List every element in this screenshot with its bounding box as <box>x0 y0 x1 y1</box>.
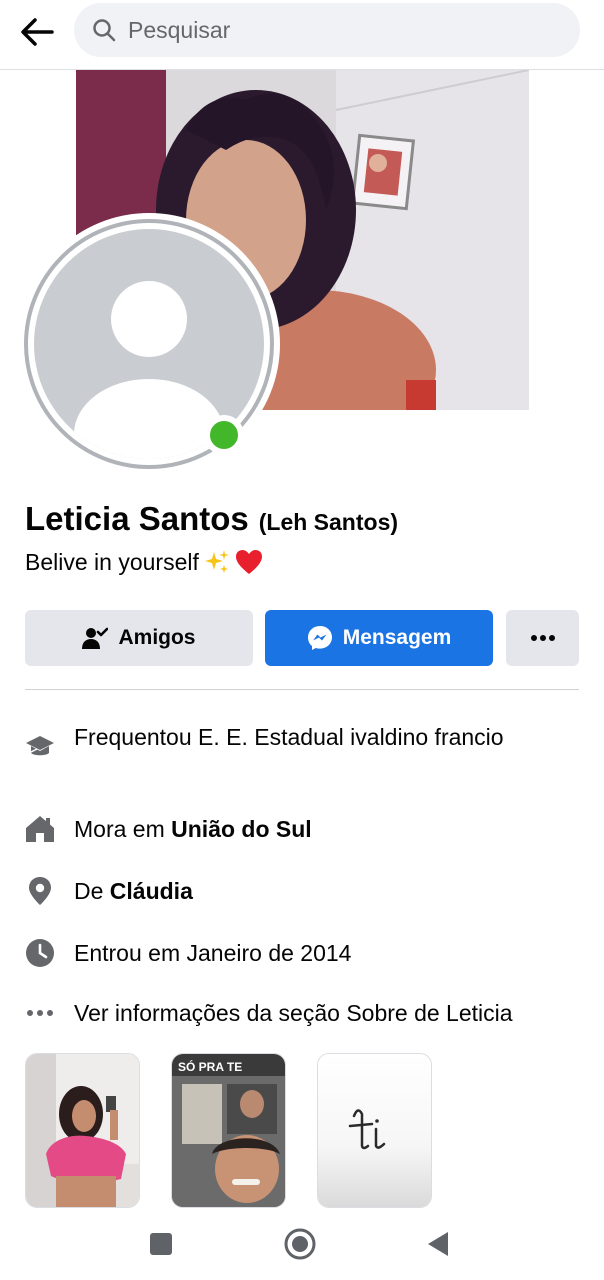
more-horizontal-icon <box>25 998 55 1028</box>
online-status-indicator <box>204 415 244 455</box>
info-education: Frequentou E. E. Estadual ivaldino franc… <box>25 722 585 762</box>
lives-in-prefix: Mora em <box>74 816 165 842</box>
home-button[interactable] <box>282 1226 318 1262</box>
home-icon <box>25 814 55 844</box>
circle-home-icon <box>284 1228 316 1260</box>
photo-video-call-image <box>172 1054 285 1207</box>
profile-bio: Belive in yourself <box>25 548 263 576</box>
back-button[interactable] <box>16 12 58 52</box>
from-prefix: De <box>74 878 104 904</box>
friends-button[interactable]: Amigos <box>25 610 253 666</box>
more-options-button[interactable] <box>506 610 579 666</box>
info-lives-in: Mora em União do Sul <box>25 814 585 845</box>
photo-handwriting[interactable] <box>317 1053 432 1208</box>
friends-label: Amigos <box>118 626 196 649</box>
photo-handwriting-image <box>318 1054 431 1207</box>
info-joined: Entrou em Janeiro de 2014 <box>25 938 585 969</box>
about-link-row[interactable]: Ver informações da seção Sobre de Letici… <box>25 998 585 1029</box>
photo-selfie[interactable] <box>25 1053 140 1208</box>
more-horizontal-icon <box>530 635 555 641</box>
sparkles-icon <box>203 548 231 576</box>
graduation-cap-icon <box>25 732 55 762</box>
info-from: De Cláudia <box>25 876 585 907</box>
bio-text: Belive in yourself <box>25 548 199 575</box>
messenger-icon <box>307 625 333 651</box>
system-back-button[interactable] <box>420 1226 456 1262</box>
arrow-left-icon <box>21 18 54 46</box>
square-icon <box>150 1233 172 1255</box>
message-label: Mensagem <box>342 626 452 649</box>
joined-text: Entrou em Janeiro de 2014 <box>74 940 352 966</box>
message-button[interactable]: Mensagem <box>265 610 493 666</box>
from-text: De Cláudia <box>74 876 574 907</box>
search-placeholder: Pesquisar <box>128 16 231 43</box>
clock-icon <box>25 938 55 968</box>
photo-selfie-image <box>26 1054 139 1207</box>
search-input[interactable]: Pesquisar <box>74 3 580 57</box>
person-check-icon <box>82 626 109 650</box>
red-heart-icon <box>235 549 263 575</box>
from-city[interactable]: Cláudia <box>110 878 193 904</box>
profile-name: Leticia Santos <box>25 500 249 537</box>
top-bar: Pesquisar <box>0 0 604 70</box>
profile-page: Pesquisar Leticia Santos (Leh Santos) Be… <box>0 0 604 1280</box>
recent-apps-button[interactable] <box>143 1226 179 1262</box>
location-pin-icon <box>25 876 55 906</box>
triangle-back-icon <box>428 1232 448 1256</box>
education-text: Frequentou E. E. Estadual ivaldino franc… <box>74 724 504 750</box>
profile-name-row: Leticia Santos (Leh Santos) <box>25 500 398 538</box>
photos-strip: SÓ PRA TE <box>25 1053 585 1208</box>
profile-nickname: (Leh Santos) <box>258 509 399 535</box>
lives-in-city[interactable]: União do Sul <box>171 816 312 842</box>
about-link-text[interactable]: Ver informações da seção Sobre de Letici… <box>74 998 585 1029</box>
search-icon <box>93 19 116 42</box>
section-divider <box>25 689 579 690</box>
photo-video-call[interactable]: SÓ PRA TE <box>171 1053 286 1208</box>
photo-caption: SÓ PRA TE <box>178 1060 243 1074</box>
lives-in-text: Mora em União do Sul <box>74 814 574 845</box>
system-navigation-bar <box>0 1208 604 1280</box>
